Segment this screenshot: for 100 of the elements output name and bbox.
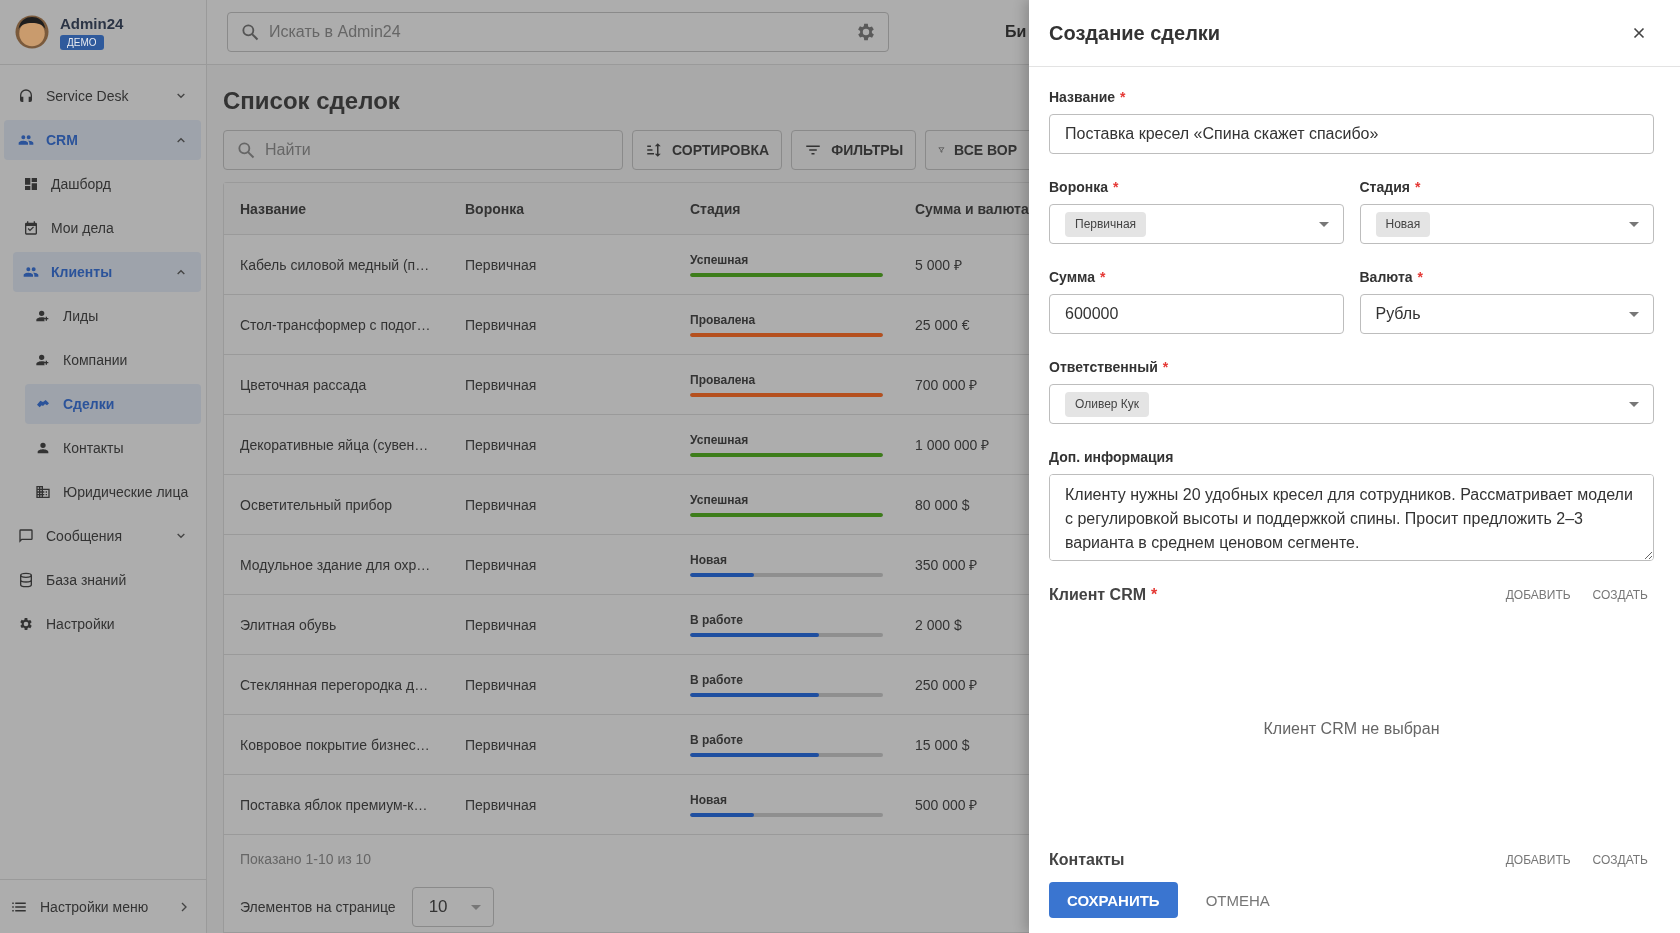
table-row[interactable]: Стол-трансформер с подог… Первичная Провалена 25 000 € [224,295,1029,355]
sidebar-item[interactable]: Настройки [4,604,201,644]
sidebar-item[interactable]: Сделки [25,384,201,424]
table-cell-text: Первичная [464,616,538,633]
table-row[interactable]: Поставка яблок премиум-к… Первичная Новая 500 000 ₽ [224,775,1029,835]
table-cell-text: Элитная обувь [239,616,338,633]
table-row[interactable]: Ковровое покрытие бизнес… Первичная В работе 15 000 $ [224,715,1029,775]
table-cell-text: Кабель силовой медный (п… [239,256,431,273]
table-cell-text: Первичная [464,496,538,513]
stage-label: В работе [690,612,744,627]
sort-icon [645,141,663,159]
column-header[interactable]: Сумма и валюта [899,200,1029,217]
table-cell-text: Цветочная рассада [239,376,368,393]
person-add-icon [35,352,51,368]
sidebar-item[interactable]: Компании [25,340,201,380]
column-header[interactable]: Воронка [449,200,674,217]
table-cell-text: 700 000 ₽ [914,376,979,394]
select-field[interactable]: Новая [1359,204,1654,244]
table-cell-text: Первичная [464,796,538,813]
sidebar-item[interactable]: Юридические лица [25,472,201,512]
section-title: Контакты [1049,851,1125,869]
user-name: Admin24 [60,14,124,32]
field-label: Ответственный * [1049,359,1170,375]
search-field[interactable]: Найти [223,130,623,170]
table-cell-text: 1 000 000 ₽ [914,436,991,454]
select-field[interactable]: Рубль [1359,294,1654,334]
table-cell-text: Ковровое покрытие бизнес… [239,736,431,753]
table-row[interactable]: Модульное здание для охр… Первичная Новая 350 000 ₽ [224,535,1029,595]
table-row[interactable]: Стеклянная перегородка д… Первичная В работе 250 000 ₽ [224,655,1029,715]
stage-label: Провалена [690,372,757,387]
cancel-button[interactable]: ОТМЕНА [1191,882,1284,918]
sidebar-item[interactable]: Контакты [25,428,201,468]
toolbar-button[interactable]: ФИЛЬТРЫ [791,130,917,170]
gear-icon[interactable] [855,21,877,43]
field-label: Доп. информация [1049,449,1175,465]
toolbar-button[interactable]: СОРТИРОВКА [632,130,783,170]
field-label: Название * [1049,89,1127,105]
caret-icon [1629,221,1639,227]
section-title: Клиент CRM * [1049,586,1158,604]
select-field[interactable]: Оливер Кук [1049,384,1654,424]
table-row[interactable]: Декоративные яйца (сувен… Первичная Успешная 1 000 000 ₽ [224,415,1029,475]
sidebar-item[interactable]: Лиды [25,296,201,336]
action-link[interactable]: ДОБАВИТЬ [1499,584,1577,606]
select-field[interactable]: Первичная [1049,204,1344,244]
search-icon [240,22,260,42]
sidebar-item[interactable]: Клиенты [13,252,201,292]
selected-chip: Первичная [1065,211,1147,237]
sidebar-item[interactable]: Мои дела [13,208,201,248]
table-cell-text: Декоративные яйца (сувен… [239,436,430,453]
search-field[interactable]: Искать в Admin24 [227,12,889,52]
input-field[interactable]: Поставка кресел «Спина скажет спасибо» [1049,114,1654,154]
table-cell-text: 80 000 $ [914,496,971,513]
person-icon [35,440,51,456]
table-row[interactable]: Элитная обувь Первичная В работе 2 000 $ [224,595,1029,655]
save-button[interactable]: СОХРАНИТЬ [1049,882,1178,918]
text-area[interactable]: Клиенту нужны 20 удобных кресел для сотрудников. Рассматривает модели с регулировкой высоты и поддержкой спины. Просит предложить 2–3 варианта в среднем ценовом сегменте. [1049,474,1654,561]
chat-icon [18,528,34,544]
field-label: Воронка * [1049,179,1120,195]
headset-icon [18,88,34,104]
input-field[interactable]: 600000 [1049,294,1344,334]
table-cell-text: 500 000 ₽ [914,796,979,814]
menu-settings-item[interactable]: Настройки меню [0,879,206,933]
sidebar-item[interactable]: Сообщения [4,516,201,556]
stage-label: Новая [690,552,728,567]
column-header[interactable]: Стадия [674,200,899,217]
dialog-title: Создание сделки [1049,21,1221,45]
table-cell-text: 25 000 € [914,316,971,333]
table-cell-text: 2 000 $ [914,616,963,633]
column-header[interactable]: Название [224,200,449,217]
table-cell-text: Стеклянная перегородка д… [239,676,430,693]
sidebar-item[interactable]: Дашборд [13,164,201,204]
table-cell-text: Стол-трансформер с подог… [239,316,432,333]
table-row[interactable]: Цветочная рассада Первичная Провалена 700 000 ₽ [224,355,1029,415]
gear-icon [18,616,34,632]
table-cell-text: 5 000 ₽ [914,256,963,274]
search-icon [236,140,256,160]
table-cell-text: Первичная [464,676,538,693]
field-label: Валюта * [1359,269,1424,285]
table-row[interactable]: Осветительный прибор Первичная Успешная 80 000 $ [224,475,1029,535]
action-link[interactable]: ДОБАВИТЬ [1499,849,1577,871]
table-cell-text: Первичная [464,736,538,753]
stage-label: В работе [690,732,744,747]
top-link[interactable]: Би [1005,23,1027,41]
people-icon [18,132,34,148]
action-link[interactable]: СОЗДАТЬ [1586,584,1654,606]
action-link[interactable]: СОЗДАТЬ [1586,849,1654,871]
people-icon [23,264,39,280]
sidebar-item[interactable]: База знаний [4,560,201,600]
sidebar-item[interactable]: Service Desk [4,76,201,116]
building-icon [35,484,51,500]
table-row[interactable]: Кабель силовой медный (п… Первичная Успешная 5 000 ₽ [224,235,1029,295]
pagination-summary: Показано 1-10 из 10 [240,851,373,867]
page-size-select[interactable]: 10 [411,887,494,927]
dashboard-icon [23,176,39,192]
selected-chip: Новая [1375,211,1431,237]
table-cell-text: 250 000 ₽ [914,676,979,694]
demo-badge: ДЕМО [60,34,104,50]
stage-label: Успешная [690,432,750,447]
sidebar-item[interactable]: CRM [4,120,201,160]
stage-label: Успешная [690,252,750,267]
